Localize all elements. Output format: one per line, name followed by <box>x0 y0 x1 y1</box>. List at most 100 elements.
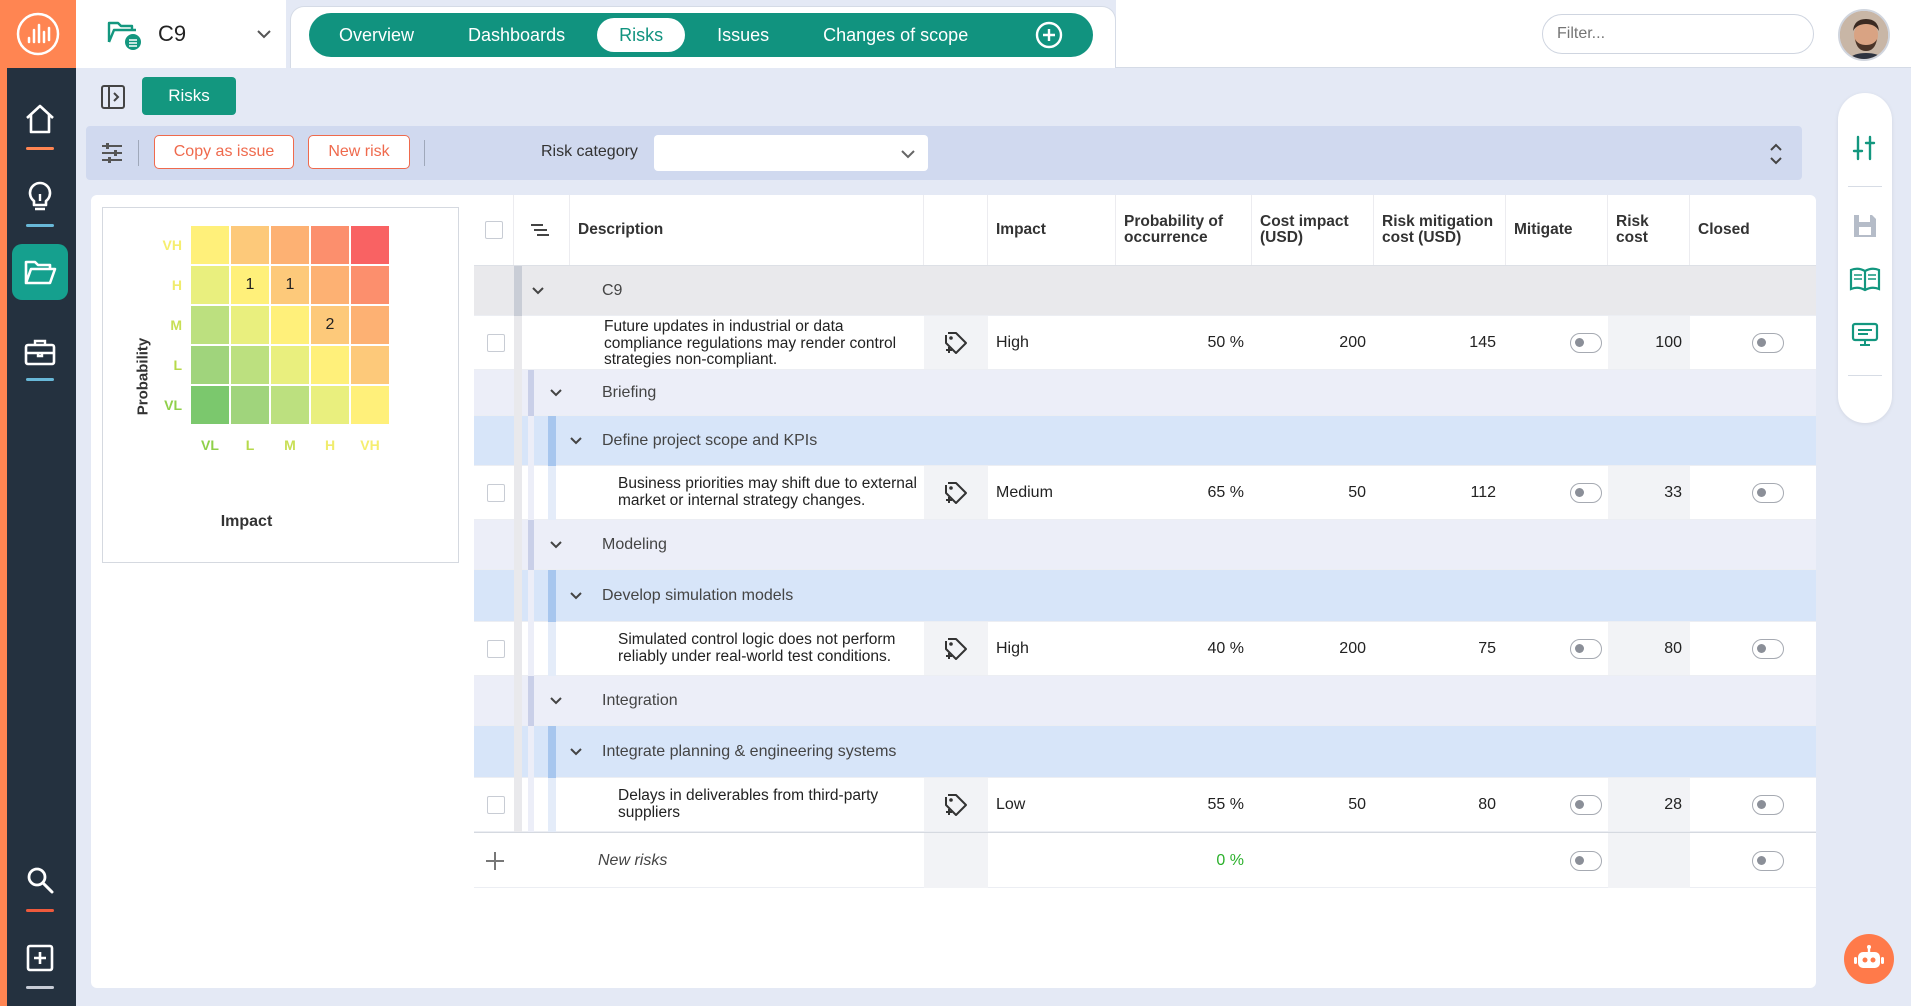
filter-input[interactable] <box>1542 14 1814 54</box>
matrix-cell[interactable] <box>230 345 270 385</box>
risk-category-select[interactable] <box>654 135 928 171</box>
tab-overview[interactable]: Overview <box>317 18 436 52</box>
matrix-cell[interactable] <box>230 225 270 265</box>
table-row[interactable]: Future updates in industrial or data comp… <box>474 316 1816 370</box>
row-checkbox[interactable] <box>487 484 505 502</box>
group-row-briefing[interactable]: Briefing <box>474 370 1816 416</box>
tab-dashboards[interactable]: Dashboards <box>446 18 587 52</box>
header-description[interactable]: Description <box>570 195 924 265</box>
chevron-down-icon[interactable] <box>546 535 566 555</box>
closed-toggle[interactable] <box>1752 795 1784 815</box>
matrix-cell[interactable] <box>230 305 270 345</box>
project-selector[interactable]: C9 <box>76 0 286 68</box>
toggle-sidebar-button[interactable] <box>99 83 127 111</box>
matrix-cell[interactable] <box>190 225 230 265</box>
nav-ideas[interactable] <box>12 169 68 225</box>
chevron-down-icon[interactable] <box>566 742 586 762</box>
group-row-c9[interactable]: C9 <box>474 266 1816 316</box>
subgroup-row[interactable]: Develop simulation models <box>474 570 1816 622</box>
tab-changes-of-scope[interactable]: Changes of scope <box>801 18 990 52</box>
header-mitigate[interactable]: Mitigate <box>1506 195 1608 265</box>
matrix-cell[interactable] <box>350 265 390 305</box>
row-checkbox[interactable] <box>487 640 505 658</box>
header-impact[interactable]: Impact <box>988 195 1116 265</box>
header-probability[interactable]: Probability of occurrence <box>1116 195 1252 265</box>
group-row-modeling[interactable]: Modeling <box>474 520 1816 570</box>
header-mitigation-cost[interactable]: Risk mitigation cost (USD) <box>1374 195 1506 265</box>
matrix-cell[interactable] <box>270 385 310 425</box>
new-risk-label[interactable]: New risks <box>598 852 667 870</box>
matrix-cell[interactable] <box>310 345 350 385</box>
tab-risks[interactable]: Risks <box>597 18 686 52</box>
subgroup-row[interactable]: Integrate planning & engineering systems <box>474 726 1816 778</box>
matrix-cell[interactable] <box>270 345 310 385</box>
nav-portfolio[interactable] <box>12 324 68 380</box>
matrix-cell[interactable] <box>230 385 270 425</box>
add-icon[interactable] <box>484 850 506 872</box>
nav-search[interactable] <box>12 852 68 908</box>
matrix-cell[interactable] <box>350 385 390 425</box>
closed-toggle[interactable] <box>1752 483 1784 503</box>
copy-as-issue-button[interactable]: Copy as issue <box>154 135 294 169</box>
matrix-cell[interactable]: 1 <box>230 265 270 305</box>
table-row[interactable]: Delays in deliverables from third-party s… <box>474 778 1816 832</box>
closed-toggle[interactable] <box>1752 333 1784 353</box>
chevron-down-icon[interactable] <box>528 281 548 301</box>
header-closed[interactable]: Closed <box>1690 195 1816 265</box>
mitigate-toggle[interactable] <box>1570 483 1602 503</box>
tree-view-icon[interactable] <box>530 223 550 237</box>
assistant-bot-button[interactable] <box>1844 934 1894 984</box>
tag-cell[interactable] <box>924 622 988 675</box>
expand-collapse-icon[interactable] <box>1768 140 1784 168</box>
add-tab-icon[interactable] <box>1034 20 1064 50</box>
row-checkbox[interactable] <box>487 796 505 814</box>
table-row[interactable]: Simulated control logic does not perform… <box>474 622 1816 676</box>
guide-button[interactable] <box>1838 266 1892 292</box>
mitigate-toggle[interactable] <box>1570 333 1602 353</box>
chevron-down-icon[interactable] <box>566 431 586 451</box>
mitigate-toggle[interactable] <box>1570 795 1602 815</box>
matrix-cell[interactable] <box>310 225 350 265</box>
matrix-cell[interactable] <box>310 265 350 305</box>
matrix-cell[interactable] <box>350 225 390 265</box>
matrix-cell[interactable] <box>190 305 230 345</box>
matrix-cell[interactable] <box>270 225 310 265</box>
tag-cell[interactable] <box>924 778 988 831</box>
group-row-integration[interactable]: Integration <box>474 676 1816 726</box>
mitigate-toggle[interactable] <box>1570 639 1602 659</box>
header-risk-cost[interactable]: Risk cost <box>1608 195 1690 265</box>
chevron-down-icon[interactable] <box>546 383 566 403</box>
nav-home[interactable] <box>12 91 68 147</box>
tag-cell[interactable] <box>924 316 988 369</box>
matrix-cell[interactable] <box>270 305 310 345</box>
table-row[interactable]: Business priorities may shift due to ext… <box>474 466 1816 520</box>
chevron-down-icon[interactable] <box>546 691 566 711</box>
closed-toggle[interactable] <box>1752 851 1784 871</box>
matrix-cell[interactable] <box>190 385 230 425</box>
tab-issues[interactable]: Issues <box>695 18 791 52</box>
matrix-cell[interactable] <box>350 305 390 345</box>
app-logo[interactable] <box>0 0 76 68</box>
new-risk-button[interactable]: New risk <box>308 135 410 169</box>
presentation-button[interactable] <box>1838 321 1892 349</box>
new-risk-row[interactable]: New risks 0 % <box>474 832 1816 888</box>
matrix-cell[interactable] <box>350 345 390 385</box>
subgroup-row[interactable]: Define project scope and KPIs <box>474 416 1816 466</box>
nav-add[interactable] <box>12 930 68 986</box>
row-checkbox[interactable] <box>487 334 505 352</box>
tag-cell[interactable] <box>924 466 988 519</box>
mitigate-toggle[interactable] <box>1570 851 1602 871</box>
matrix-cell[interactable]: 2 <box>310 305 350 345</box>
nav-projects[interactable] <box>12 244 68 300</box>
matrix-cell[interactable] <box>310 385 350 425</box>
matrix-cell[interactable] <box>190 345 230 385</box>
save-button[interactable] <box>1838 211 1892 241</box>
matrix-cell[interactable]: 1 <box>270 265 310 305</box>
closed-toggle[interactable] <box>1752 639 1784 659</box>
settings-sliders-icon[interactable] <box>100 142 124 164</box>
adjust-settings-button[interactable] <box>1838 133 1892 163</box>
avatar[interactable] <box>1838 9 1890 61</box>
risks-page-button[interactable]: Risks <box>142 77 236 115</box>
header-cost-impact[interactable]: Cost impact (USD) <box>1252 195 1374 265</box>
select-all-checkbox[interactable] <box>485 221 503 239</box>
